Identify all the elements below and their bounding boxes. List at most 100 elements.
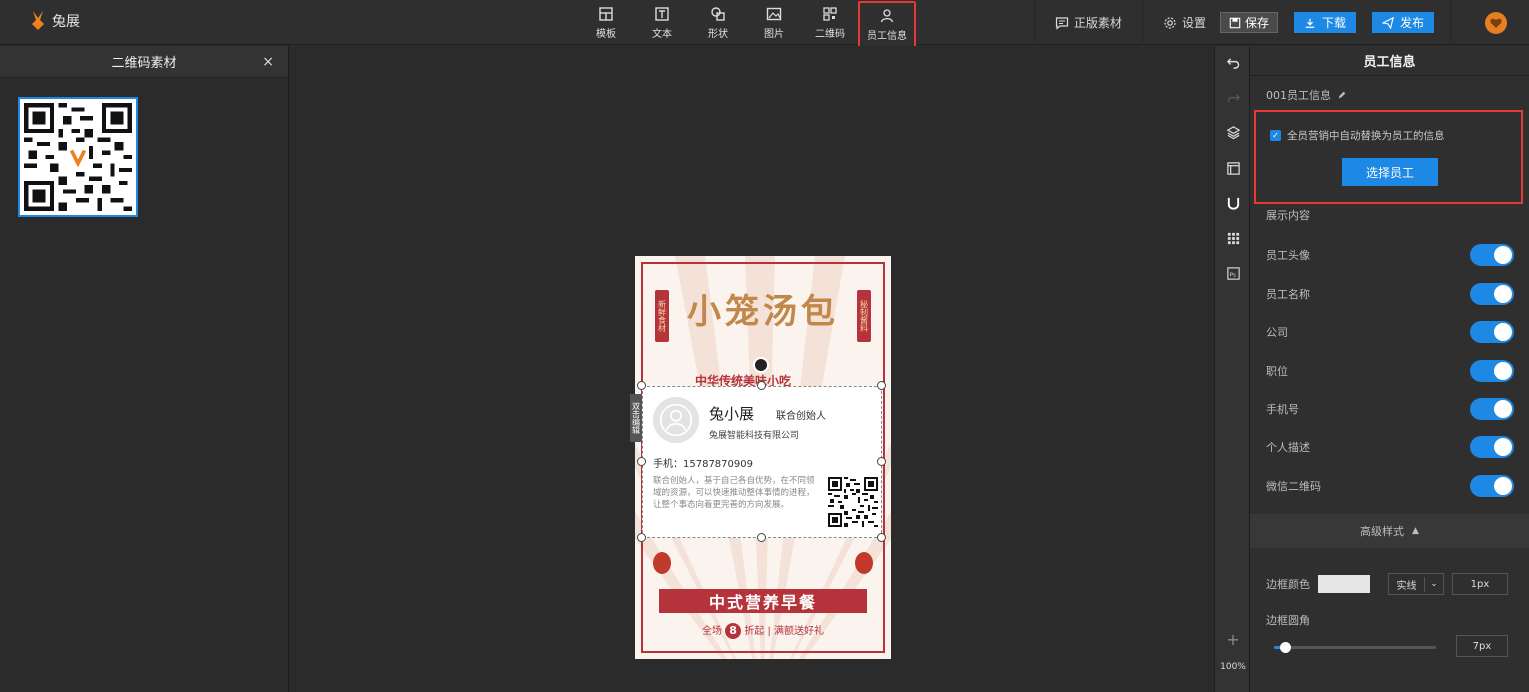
toggle-switch-position[interactable] [1470, 360, 1514, 382]
text-icon [655, 6, 669, 21]
svg-text:Ps: Ps [1229, 272, 1235, 278]
resize-handle-top-left[interactable] [637, 381, 646, 390]
select-employee-button[interactable]: 选择员工 [1342, 158, 1438, 186]
promo-mid: 折起 [744, 626, 765, 637]
slider-knob[interactable] [1280, 642, 1292, 653]
resize-handle-left[interactable] [637, 457, 646, 466]
poster-title: 小笼汤包 [687, 292, 839, 332]
gear-icon [1164, 16, 1176, 29]
tool-qrcode[interactable]: 二维码 [802, 0, 858, 45]
rotate-handle[interactable] [753, 357, 769, 373]
toggle-label: 手机号 [1266, 403, 1299, 416]
settings-label: 设置 [1181, 16, 1206, 30]
border-radius-input[interactable]: 7px [1456, 635, 1508, 657]
user-icon [880, 9, 894, 23]
border-color-label: 边框颜色 [1266, 578, 1310, 591]
comment-icon [1055, 16, 1069, 30]
resize-handle-top[interactable] [757, 381, 766, 390]
resize-handle-bottom-right[interactable] [877, 533, 886, 542]
lantern-right [855, 552, 873, 574]
resize-handle-top-right[interactable] [877, 381, 886, 390]
border-style-select[interactable]: 实线 ⌄ [1388, 573, 1444, 595]
insert-toolbar: 模板 文本 形状 图片 二维码 员工信息 [578, 0, 916, 57]
close-icon[interactable]: × [262, 54, 274, 70]
genuine-materials-button[interactable]: 正版素材 [1035, 0, 1142, 45]
tool-employee-info-label: 员工信息 [867, 31, 907, 42]
tool-shape[interactable]: 形状 [690, 0, 746, 45]
panel-title: 二维码素材 [111, 56, 177, 71]
download-icon [1305, 18, 1315, 28]
pencil-icon[interactable] [1337, 90, 1347, 100]
border-radius-slider[interactable] [1274, 642, 1436, 653]
rabbit-logo-icon [32, 11, 44, 30]
tool-template[interactable]: 模板 [578, 0, 634, 45]
publish-button[interactable]: 发布 [1371, 12, 1434, 33]
toggle-switch-name[interactable] [1470, 283, 1514, 305]
save-icon [1229, 17, 1241, 28]
tool-text[interactable]: 文本 [634, 0, 690, 45]
magnet-icon[interactable] [1224, 194, 1242, 212]
shape-icon [711, 6, 725, 21]
toggle-switch-wechat-qrcode[interactable] [1470, 475, 1514, 497]
vertical-icon-bar: Ps + 100% [1214, 46, 1250, 692]
grid-icon[interactable] [1224, 229, 1242, 247]
border-width-input[interactable]: 1px [1452, 573, 1508, 595]
resize-handle-right[interactable] [877, 457, 886, 466]
toggle-label: 个人描述 [1266, 441, 1310, 454]
advanced-style-toggle[interactable]: 高级样式 ▲ [1250, 514, 1529, 548]
border-color-swatch[interactable] [1318, 575, 1370, 593]
tool-template-label: 模板 [596, 28, 616, 40]
layers-icon[interactable] [1224, 123, 1242, 141]
toggle-switch-company[interactable] [1470, 321, 1514, 343]
toggle-label: 员工头像 [1266, 249, 1310, 262]
resize-handle-bottom[interactable] [757, 533, 766, 542]
toggle-switch-phone[interactable] [1470, 398, 1514, 420]
panel-title: 员工信息 [1250, 46, 1529, 76]
double-click-edit-tag[interactable]: 双击编辑 [630, 394, 642, 442]
border-style-value: 实线 [1389, 576, 1425, 592]
undo-icon[interactable] [1224, 54, 1242, 72]
toggle-switch-description[interactable] [1470, 436, 1514, 458]
publish-label: 发布 [1399, 16, 1424, 30]
poster-promo: 全场 8 折起 | 满额送好礼 [701, 623, 825, 639]
employee-description: 联合创始人，基于自己各自优势，在不同领域的资源，可以快速推动整体事情的进程，让整… [653, 476, 815, 510]
qrcode-material-item[interactable] [18, 97, 138, 217]
poster-banner: 中式营养早餐 [659, 589, 867, 613]
toggle-row-position: 职位 [1266, 360, 1514, 382]
tool-image-label: 图片 [764, 28, 784, 40]
page-layout-icon[interactable] [1224, 159, 1242, 177]
caret-up-icon: ▲ [1412, 526, 1419, 536]
employee-company: 兔展智能科技有限公司 [709, 431, 800, 441]
employee-position: 联合创始人 [776, 411, 826, 422]
settings-button[interactable]: 设置 [1143, 0, 1220, 45]
toggle-label: 公司 [1266, 326, 1288, 339]
resize-handle-bottom-left[interactable] [637, 533, 646, 542]
save-button[interactable]: 保存 [1219, 12, 1278, 33]
divider [1450, 0, 1451, 45]
display-content-label: 展示内容 [1266, 209, 1310, 222]
toggle-row-wechat-qrcode: 微信二维码 [1266, 475, 1514, 497]
zoom-in-icon[interactable]: + [1224, 630, 1242, 649]
user-avatar[interactable] [1485, 11, 1507, 34]
employee-info-card[interactable]: 兔小展 联合创始人 兔展智能科技有限公司 手机：15787870909 联合创始… [642, 386, 882, 538]
toggle-switch-avatar[interactable] [1470, 244, 1514, 266]
qrcode-materials-panel: 二维码素材 × [0, 46, 289, 692]
design-canvas: 新鲜食材 秘制酱料 小笼汤包 中华传统美味小吃 中式营养早餐 全场 8 折起 |… [290, 46, 1214, 692]
download-label: 下载 [1321, 16, 1346, 30]
auto-replace-checkbox[interactable]: ✓ 全员营销中自动替换为员工的信息 [1270, 128, 1445, 143]
border-color-row: 边框颜色 实线 ⌄ 1px [1266, 573, 1514, 595]
employee-avatar [653, 397, 699, 443]
image-icon [766, 7, 782, 20]
redo-icon[interactable] [1224, 90, 1242, 108]
user-placeholder-icon [659, 403, 693, 437]
app-logo[interactable]: 兔展 [28, 10, 80, 32]
download-button[interactable]: 下载 [1293, 12, 1356, 33]
photoshop-icon[interactable]: Ps [1224, 264, 1242, 282]
panel-header: 二维码素材 × [0, 46, 288, 78]
qrcode-image [828, 477, 878, 527]
app-name: 兔展 [52, 14, 80, 30]
zoom-level: 100% [1220, 662, 1246, 672]
template-icon [599, 6, 613, 21]
employee-phone: 手机：15787870909 [653, 459, 753, 470]
tool-image[interactable]: 图片 [746, 0, 802, 45]
